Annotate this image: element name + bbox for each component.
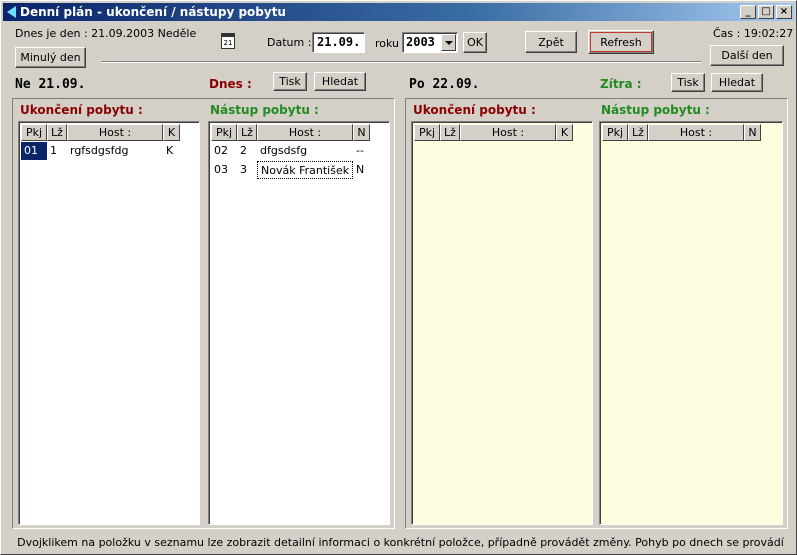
- status-hint: Dvojklikem na položku v seznamu lze zobr…: [17, 536, 784, 555]
- column-header-flag[interactable]: K: [163, 124, 180, 141]
- column-header-pkj[interactable]: Pkj: [21, 124, 47, 141]
- tomorrow-departures-title: Ukončení pobytu :: [413, 103, 536, 117]
- date-label: Datum :: [267, 36, 312, 49]
- chevron-down-icon[interactable]: [441, 34, 456, 51]
- date-input[interactable]: 21.09.: [312, 32, 365, 53]
- table-row-host[interactable]: dfgsdsfg: [257, 142, 353, 160]
- divider: [101, 61, 701, 63]
- minimize-button[interactable]: _: [740, 5, 756, 19]
- table-row-flag[interactable]: --: [353, 142, 370, 160]
- refresh-button[interactable]: Refresh: [588, 30, 654, 54]
- today-section-label: Dnes :: [209, 77, 252, 91]
- app-window: Denní plán - ukončení / nástupy pobytu _…: [0, 0, 797, 555]
- close-button[interactable]: ×: [776, 5, 792, 19]
- previous-day-button[interactable]: Minulý den: [15, 47, 86, 68]
- table-row-host[interactable]: Novák František: [257, 161, 353, 179]
- column-header-flag[interactable]: N: [744, 124, 761, 141]
- tomorrow-group: Ukončení pobytu : Nástup pobytu : Pkj Lž…: [405, 98, 788, 529]
- column-header-lz[interactable]: Lž: [237, 124, 257, 141]
- table-row-pkj[interactable]: 01: [21, 142, 47, 160]
- tomorrow-print-button[interactable]: Tisk: [671, 73, 705, 92]
- today-departures-title: Ukončení pobytu :: [20, 103, 143, 117]
- column-header-lz[interactable]: Lž: [628, 124, 648, 141]
- table-row-lz[interactable]: 3: [237, 161, 257, 179]
- maximize-button[interactable]: □: [758, 5, 774, 19]
- today-date-text: Dnes je den : 21.09.2003 Neděle: [15, 27, 197, 40]
- table-row-lz[interactable]: 2: [237, 142, 257, 160]
- column-header-pkj[interactable]: Pkj: [414, 124, 440, 141]
- column-header-pkj[interactable]: Pkj: [602, 124, 628, 141]
- table-row-pkj[interactable]: 02: [211, 142, 237, 160]
- tomorrow-arrivals-title: Nástup pobytu :: [601, 103, 710, 117]
- title-bar[interactable]: Denní plán - ukončení / nástupy pobytu _…: [3, 3, 794, 21]
- tomorrow-section-label: Zítra :: [600, 77, 642, 91]
- table-row-flag[interactable]: K: [163, 142, 180, 160]
- column-header-host[interactable]: Host :: [67, 124, 163, 141]
- column-header-lz[interactable]: Lž: [47, 124, 67, 141]
- table-row-flag[interactable]: N: [353, 161, 370, 179]
- next-day-button[interactable]: Další den: [710, 45, 784, 66]
- today-departures-list[interactable]: Pkj Lž Host : K 01 1 rgfsdgsfdg K: [18, 121, 200, 525]
- tomorrow-arrivals-list[interactable]: Pkj Lž Host : N: [599, 121, 783, 525]
- column-header-lz[interactable]: Lž: [440, 124, 460, 141]
- column-header-pkj[interactable]: Pkj: [211, 124, 237, 141]
- tomorrow-departures-list[interactable]: Pkj Lž Host : K: [411, 121, 593, 525]
- today-search-button[interactable]: Hledat: [314, 72, 366, 91]
- window-title: Denní plán - ukončení / nástupy pobytu: [20, 5, 286, 19]
- calendar-icon[interactable]: 21: [221, 33, 235, 49]
- table-row-pkj[interactable]: 03: [211, 161, 237, 179]
- column-header-host[interactable]: Host :: [257, 124, 353, 141]
- table-row-lz[interactable]: 1: [47, 142, 67, 160]
- tomorrow-day-label: Po 22.09.: [409, 77, 480, 92]
- today-group: Ukončení pobytu : Nástup pobytu : Pkj Lž…: [12, 98, 395, 529]
- today-arrivals-title: Nástup pobytu :: [210, 103, 319, 117]
- column-header-flag[interactable]: N: [353, 124, 370, 141]
- today-day-label: Ne 21.09.: [15, 77, 86, 92]
- app-icon: [7, 6, 16, 18]
- today-arrivals-list[interactable]: Pkj Lž Host : N 02 2 dfgsdsfg -- 03 3 No…: [208, 121, 390, 525]
- table-row-host[interactable]: rgfsdgsfdg: [67, 142, 163, 160]
- back-button[interactable]: Zpět: [525, 31, 577, 53]
- column-header-host[interactable]: Host :: [460, 124, 556, 141]
- clock-text: Čas : 19:02:27: [713, 27, 794, 40]
- year-label: roku: [375, 37, 400, 50]
- column-header-flag[interactable]: K: [556, 124, 573, 141]
- today-print-button[interactable]: Tisk: [273, 72, 307, 91]
- column-header-host[interactable]: Host :: [648, 124, 744, 141]
- ok-button[interactable]: OK: [463, 32, 487, 53]
- tomorrow-search-button[interactable]: Hledat: [711, 73, 763, 92]
